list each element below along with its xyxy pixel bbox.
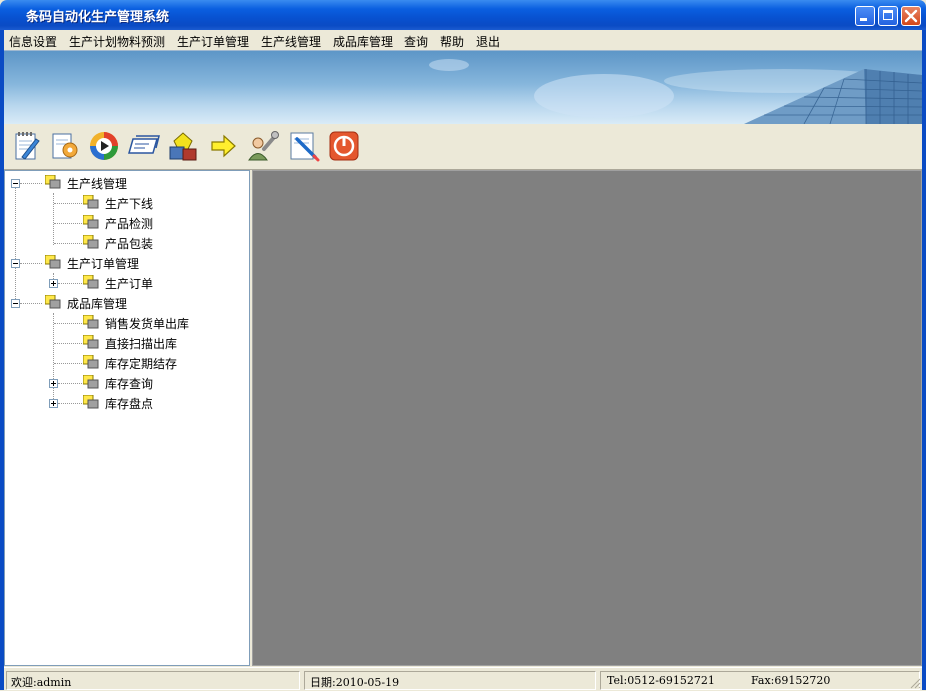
menu-help[interactable]: 帮助 bbox=[440, 33, 464, 50]
close-button[interactable] bbox=[901, 6, 921, 26]
folder-node-icon bbox=[45, 175, 61, 189]
tree-node-label: 成品库管理 bbox=[67, 297, 128, 311]
toolbar-button-play[interactable] bbox=[87, 129, 121, 163]
tree-node-production-order[interactable]: 生产订单 bbox=[5, 273, 249, 291]
mdi-workspace[interactable] bbox=[252, 170, 922, 666]
toolbar-button-cards[interactable] bbox=[127, 129, 161, 163]
expand-icon[interactable] bbox=[49, 399, 58, 408]
tree-node-production-order-management[interactable]: 生产订单管理 bbox=[5, 253, 249, 271]
folder-node-icon bbox=[83, 355, 99, 369]
tree-node-production-offline[interactable]: 生产下线 bbox=[5, 193, 249, 211]
collapse-icon[interactable] bbox=[11, 299, 20, 308]
folder-node-icon bbox=[83, 275, 99, 289]
status-date: 日期:2010-05-19 bbox=[310, 676, 400, 689]
tree-node-label: 生产下线 bbox=[105, 197, 154, 211]
tree-node-product-packaging[interactable]: 产品包装 bbox=[5, 233, 249, 251]
menu-production-orders[interactable]: 生产订单管理 bbox=[177, 33, 249, 50]
navigation-tree[interactable]: 生产线管理 生产下线 产品检测 产品包装 生产订单管理 生产订单 成品库管理 销… bbox=[4, 170, 250, 666]
collapse-icon[interactable] bbox=[11, 179, 20, 188]
banner-skyline bbox=[429, 59, 922, 124]
tree-node-label: 生产订单管理 bbox=[67, 257, 140, 271]
status-welcome-panel: 欢迎:admin bbox=[6, 671, 300, 690]
menu-exit[interactable]: 退出 bbox=[476, 33, 500, 50]
minimize-button[interactable] bbox=[855, 6, 875, 26]
menu-info-settings[interactable]: 信息设置 bbox=[9, 33, 57, 50]
tree-node-direct-scan-outbound[interactable]: 直接扫描出库 bbox=[5, 333, 249, 351]
tree-node-inventory-query[interactable]: 库存查询 bbox=[5, 373, 249, 391]
arrow-right-icon bbox=[211, 134, 236, 158]
tree-node-label: 直接扫描出库 bbox=[105, 337, 178, 351]
maximize-button[interactable] bbox=[878, 6, 898, 26]
media-play-icon bbox=[90, 132, 118, 160]
toolbar-button-pencil-document[interactable] bbox=[287, 129, 321, 163]
banner-image bbox=[4, 50, 922, 125]
toolbar-button-power[interactable] bbox=[327, 129, 361, 163]
toolbar-button-shapes[interactable] bbox=[166, 129, 200, 163]
folder-node-icon bbox=[83, 235, 99, 249]
tree-node-label: 库存盘点 bbox=[105, 397, 154, 411]
shapes-icon bbox=[169, 132, 197, 161]
status-fax: Fax:69152720 bbox=[751, 674, 831, 687]
window-title: 条码自动化生产管理系统 bbox=[26, 10, 170, 25]
title-bar: 条码自动化生产管理系统 bbox=[0, 0, 926, 30]
close-icon bbox=[904, 9, 918, 23]
status-date-panel: 日期:2010-05-19 bbox=[304, 671, 596, 690]
user-tools-icon bbox=[248, 131, 279, 161]
menu-production-plan[interactable]: 生产计划物料预测 bbox=[69, 33, 165, 50]
folder-node-icon bbox=[83, 335, 99, 349]
tree-node-production-line[interactable]: 生产线管理 bbox=[5, 173, 249, 191]
cards-icon bbox=[128, 135, 160, 154]
tree-node-finished-goods-management[interactable]: 成品库管理 bbox=[5, 293, 249, 311]
folder-node-icon bbox=[45, 255, 61, 269]
folder-node-icon bbox=[83, 315, 99, 329]
toolbar-button-user-tools[interactable] bbox=[246, 129, 280, 163]
toolbar-button-settings-document[interactable] bbox=[48, 129, 82, 163]
folder-node-icon bbox=[83, 395, 99, 409]
status-welcome: 欢迎:admin bbox=[11, 676, 72, 689]
menu-finished-goods[interactable]: 成品库管理 bbox=[333, 33, 393, 50]
tree-node-label: 产品包装 bbox=[105, 237, 154, 251]
collapse-icon[interactable] bbox=[11, 259, 20, 268]
menu-query[interactable]: 查询 bbox=[404, 33, 428, 50]
tree-node-label: 库存定期结存 bbox=[105, 357, 178, 371]
notepad-icon bbox=[15, 132, 40, 160]
folder-node-icon bbox=[83, 215, 99, 229]
menu-production-line[interactable]: 生产线管理 bbox=[261, 33, 321, 50]
tree-node-label: 产品检测 bbox=[105, 217, 154, 231]
folder-node-icon bbox=[83, 195, 99, 209]
toolbar-button-notepad[interactable] bbox=[10, 129, 44, 163]
minimize-icon bbox=[860, 18, 867, 21]
status-bar: 欢迎:admin 日期:2010-05-19 Tel:0512-69152721… bbox=[4, 667, 922, 691]
toolbar-button-arrow[interactable] bbox=[206, 129, 240, 163]
tree-node-inventory-periodic-closing[interactable]: 库存定期结存 bbox=[5, 353, 249, 371]
tree-node-product-inspection[interactable]: 产品检测 bbox=[5, 213, 249, 231]
tree-node-label: 销售发货单出库 bbox=[105, 317, 190, 331]
status-tel: Tel:0512-69152721 bbox=[607, 674, 715, 687]
expand-icon[interactable] bbox=[49, 279, 58, 288]
toolbar bbox=[4, 124, 922, 170]
resize-grip-icon[interactable] bbox=[909, 677, 921, 689]
expand-icon[interactable] bbox=[49, 379, 58, 388]
tree-node-inventory-count[interactable]: 库存盘点 bbox=[5, 393, 249, 411]
tree-node-sales-delivery-outbound[interactable]: 销售发货单出库 bbox=[5, 313, 249, 331]
power-icon bbox=[329, 131, 359, 161]
maximize-icon bbox=[883, 10, 893, 20]
folder-node-icon bbox=[83, 375, 99, 389]
pencil-document-icon bbox=[290, 132, 320, 162]
tree-node-label: 生产订单 bbox=[105, 277, 154, 291]
folder-node-icon bbox=[45, 295, 61, 309]
tree-node-label: 库存查询 bbox=[105, 377, 154, 391]
status-contact-panel: Tel:0512-69152721 Fax:69152720 bbox=[600, 671, 920, 690]
settings-document-icon bbox=[52, 133, 78, 159]
tree-node-label: 生产线管理 bbox=[67, 177, 128, 191]
menu-bar: 信息设置 生产计划物料预测 生产订单管理 生产线管理 成品库管理 查询 帮助 退… bbox=[4, 30, 922, 50]
